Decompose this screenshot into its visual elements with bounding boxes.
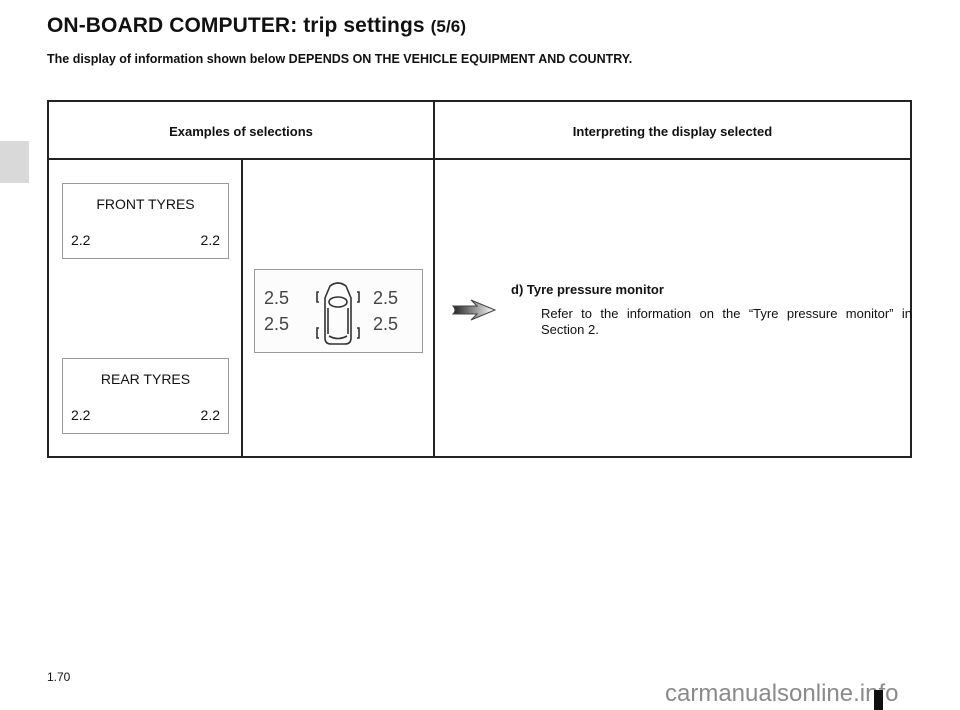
car-rear-left-pressure: 2.5 (264, 314, 290, 334)
front-left-pressure: 2.2 (71, 232, 91, 248)
item-description: Refer to the information on the “Tyre pr… (541, 306, 912, 337)
rear-tyres-display: REAR TYRES 2.2 2.2 (62, 358, 229, 434)
page-number: 1.70 (47, 670, 71, 684)
rear-right-pressure: 2.2 (200, 407, 220, 423)
tyre-pressure-display: 2.5 2.5 2.5 2.5 (254, 269, 423, 353)
column-divider (433, 102, 435, 456)
page-marker (874, 690, 883, 710)
item-title: d) Tyre pressure monitor (511, 282, 664, 297)
watermark[interactable]: carmanualsonline.info (665, 680, 898, 708)
header-divider (49, 158, 910, 160)
section-tab (0, 141, 29, 183)
rear-tyres-label: REAR TYRES (100, 371, 191, 387)
page-indicator: (5/6) (430, 17, 467, 36)
front-right-pressure: 2.2 (200, 232, 220, 248)
car-front-right-pressure: 2.5 (373, 288, 399, 308)
column-header-interpreting: Interpreting the display selected (572, 124, 773, 139)
settings-table: Examples of selections Interpreting the … (47, 100, 912, 458)
column-header-examples: Examples of selections (169, 124, 313, 139)
page-title: ON-BOARD COMPUTER: trip settings (5/6) (47, 14, 466, 38)
subcolumn-divider (241, 160, 243, 456)
rear-left-pressure: 2.2 (71, 407, 91, 423)
front-tyres-display: FRONT TYRES 2.2 2.2 (62, 183, 229, 259)
front-tyres-label: FRONT TYRES (96, 196, 195, 212)
car-top-view-icon (316, 282, 360, 345)
subtitle: The display of information shown below D… (47, 52, 633, 66)
car-front-left-pressure: 2.5 (264, 288, 290, 308)
arrow-right-icon (451, 299, 497, 321)
car-rear-right-pressure: 2.5 (373, 314, 399, 334)
title-text: ON-BOARD COMPUTER: trip settings (47, 14, 425, 37)
